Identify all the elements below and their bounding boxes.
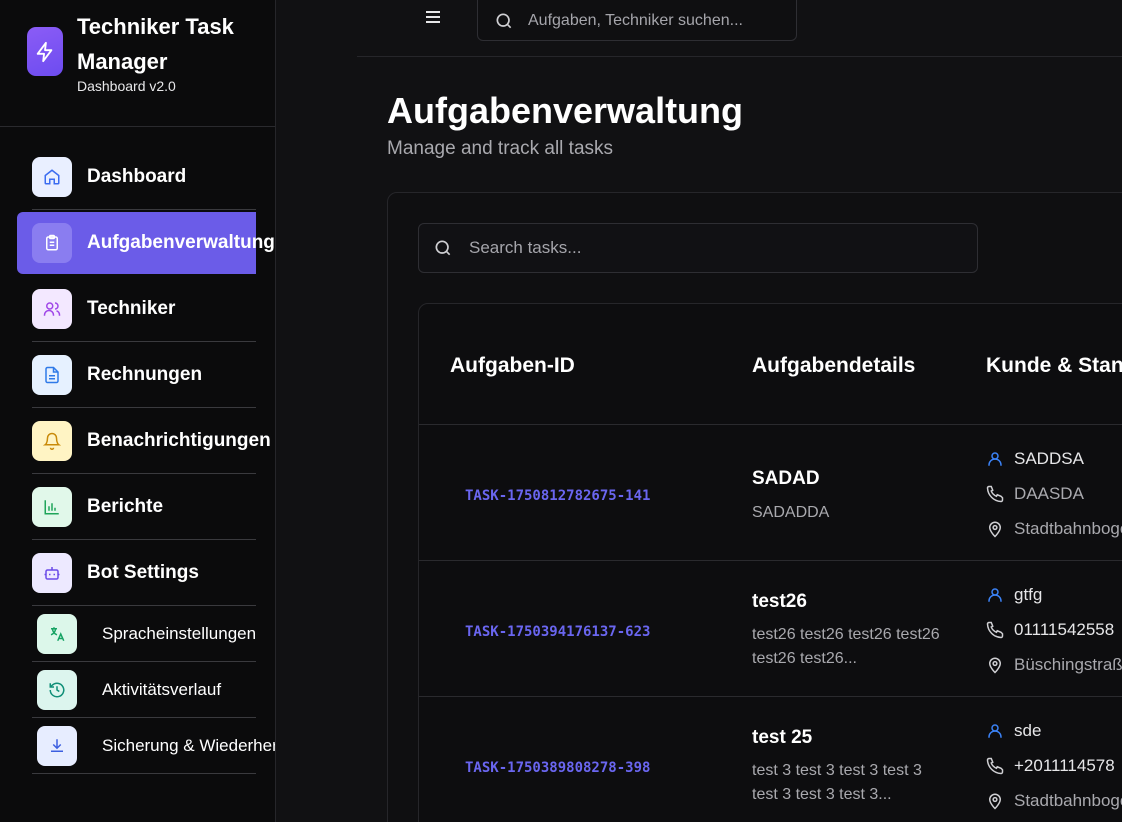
- file-text-icon: [32, 354, 72, 395]
- sidebar-item-label: Rechnungen: [87, 363, 203, 385]
- task-title: SADAD: [752, 468, 820, 489]
- sidebar-item-aktivitaetsverlauf[interactable]: Aktivitätsverlauf: [32, 662, 256, 718]
- page-subtitle: Manage and track all tasks: [387, 138, 614, 159]
- task-description: SADADDA: [752, 504, 830, 521]
- task-id[interactable]: TASK-1750389808278-398: [465, 760, 650, 776]
- task-title: test26: [752, 591, 807, 612]
- clipboard-icon: [32, 223, 72, 263]
- user-icon: [985, 449, 1005, 469]
- sidebar-item-label: Techniker: [87, 297, 176, 319]
- users-icon: [32, 288, 72, 329]
- customer-name: SADDSA: [1014, 449, 1084, 468]
- sidebar-item-label: Spracheinstellungen: [102, 623, 257, 643]
- customer-location: Büschingstraße: [1014, 655, 1122, 674]
- user-icon: [985, 721, 1005, 741]
- map-pin-icon: [985, 519, 1005, 539]
- customer-phone-line: +2011114578: [985, 756, 1115, 776]
- table-header: Aufgaben-ID Aufgabendetails Kunde & Stan…: [419, 304, 1122, 425]
- sidebar-item-techniker[interactable]: Techniker: [32, 276, 256, 342]
- translate-icon: [37, 613, 77, 654]
- home-icon: [32, 156, 72, 197]
- column-header-details[interactable]: Aufgabendetails: [752, 354, 915, 378]
- app-version: Dashboard v2.0: [77, 78, 176, 94]
- task-description: test 3 test 3 test 3 test 3 test 3 test …: [752, 762, 922, 803]
- customer-location: Stadtbahnbogen: [1014, 519, 1122, 538]
- bot-icon: [32, 552, 72, 593]
- customer-name-line: gtfg: [985, 585, 1042, 605]
- map-pin-icon: [985, 655, 1005, 675]
- sidebar-item-label: Sicherung & Wiederherstellung: [102, 735, 275, 755]
- task-search-placeholder: Search tasks...: [469, 238, 582, 257]
- download-icon: [37, 725, 77, 766]
- sidebar-item-label: Bot Settings: [87, 561, 199, 583]
- table-row[interactable]: TASK-1750812782675-141 SADAD SADADDA SAD…: [419, 425, 1122, 561]
- customer-phone: DAASDA: [1014, 484, 1084, 503]
- sidebar-nav: Dashboard Aufgabenverwaltung Techniker R…: [17, 144, 275, 774]
- sidebar-item-benachrichtigungen[interactable]: Benachrichtigungen: [32, 408, 271, 474]
- sidebar-item-bot-settings[interactable]: Bot Settings: [32, 540, 256, 606]
- task-search-input[interactable]: Search tasks...: [418, 223, 978, 273]
- customer-location-line: Büschingstraße: [985, 655, 1122, 675]
- sidebar-item-label: Dashboard: [87, 165, 187, 187]
- column-header-customer[interactable]: Kunde & Standort: [986, 354, 1122, 378]
- customer-location-line: Stadtbahnbogen: [985, 791, 1122, 811]
- lightning-icon: [27, 27, 63, 76]
- customer-phone: +2011114578: [1014, 756, 1115, 775]
- customer-name-line: SADDSA: [985, 449, 1084, 469]
- task-id[interactable]: TASK-1750812782675-141: [465, 488, 650, 504]
- table-row[interactable]: TASK-1750389808278-398 test 25 test 3 te…: [419, 697, 1122, 822]
- search-icon: [494, 11, 514, 31]
- sidebar-item-sicherung[interactable]: Sicherung & Wiederherstellung: [32, 718, 275, 774]
- phone-icon: [985, 756, 1005, 776]
- search-placeholder: Aufgaben, Techniker suchen...: [528, 11, 743, 29]
- sidebar-item-label: Aktivitätsverlauf: [102, 679, 222, 699]
- task-id[interactable]: TASK-1750394176137-623: [465, 624, 650, 640]
- customer-location-line: Stadtbahnbogen: [985, 519, 1122, 539]
- bar-chart-icon: [32, 486, 72, 527]
- sidebar-item-rechnungen[interactable]: Rechnungen: [32, 342, 256, 408]
- table-row[interactable]: TASK-1750394176137-623 test26 test26 tes…: [419, 561, 1122, 697]
- map-pin-icon: [985, 791, 1005, 811]
- tasks-table: Aufgaben-ID Aufgabendetails Kunde & Stan…: [418, 303, 1122, 822]
- user-icon: [985, 585, 1005, 605]
- sidebar: Techniker Task Manager Dashboard v2.0 Da…: [0, 0, 276, 822]
- phone-icon: [985, 484, 1005, 504]
- global-search-input[interactable]: Aufgaben, Techniker suchen...: [477, 0, 797, 41]
- sidebar-item-spracheinstellungen[interactable]: Spracheinstellungen: [32, 606, 256, 662]
- sidebar-item-aufgabenverwaltung[interactable]: Aufgabenverwaltung: [17, 212, 275, 274]
- brand-header: Techniker Task Manager Dashboard v2.0: [0, 0, 275, 127]
- customer-name: sde: [1014, 721, 1042, 740]
- customer-phone-line: DAASDA: [985, 484, 1084, 504]
- bell-icon: [32, 420, 72, 461]
- app-root: Techniker Task Manager Dashboard v2.0 Da…: [0, 0, 1122, 822]
- task-title: test 25: [752, 727, 813, 748]
- sidebar-item-label: Benachrichtigungen: [87, 429, 271, 451]
- column-header-id[interactable]: Aufgaben-ID: [450, 354, 575, 378]
- customer-name: gtfg: [1014, 585, 1043, 604]
- search-icon: [433, 238, 453, 258]
- customer-location: Stadtbahnbogen: [1014, 791, 1122, 810]
- sidebar-item-label: Berichte: [87, 495, 164, 517]
- customer-name-line: sde: [985, 721, 1041, 741]
- sidebar-item-dashboard[interactable]: Dashboard: [32, 144, 256, 210]
- customer-phone: 01111542558: [1014, 620, 1115, 639]
- task-description: test26 test26 test26 test26 test26 test2…: [752, 626, 940, 667]
- customer-phone-line: 01111542558: [985, 620, 1114, 640]
- menu-icon[interactable]: [422, 6, 444, 28]
- page-title: Aufgabenverwaltung: [387, 90, 744, 131]
- app-title: Techniker Task Manager: [77, 14, 234, 74]
- sidebar-item-label: Aufgabenverwaltung: [87, 232, 275, 253]
- phone-icon: [985, 620, 1005, 640]
- sidebar-item-berichte[interactable]: Berichte: [32, 474, 256, 540]
- history-icon: [37, 669, 77, 710]
